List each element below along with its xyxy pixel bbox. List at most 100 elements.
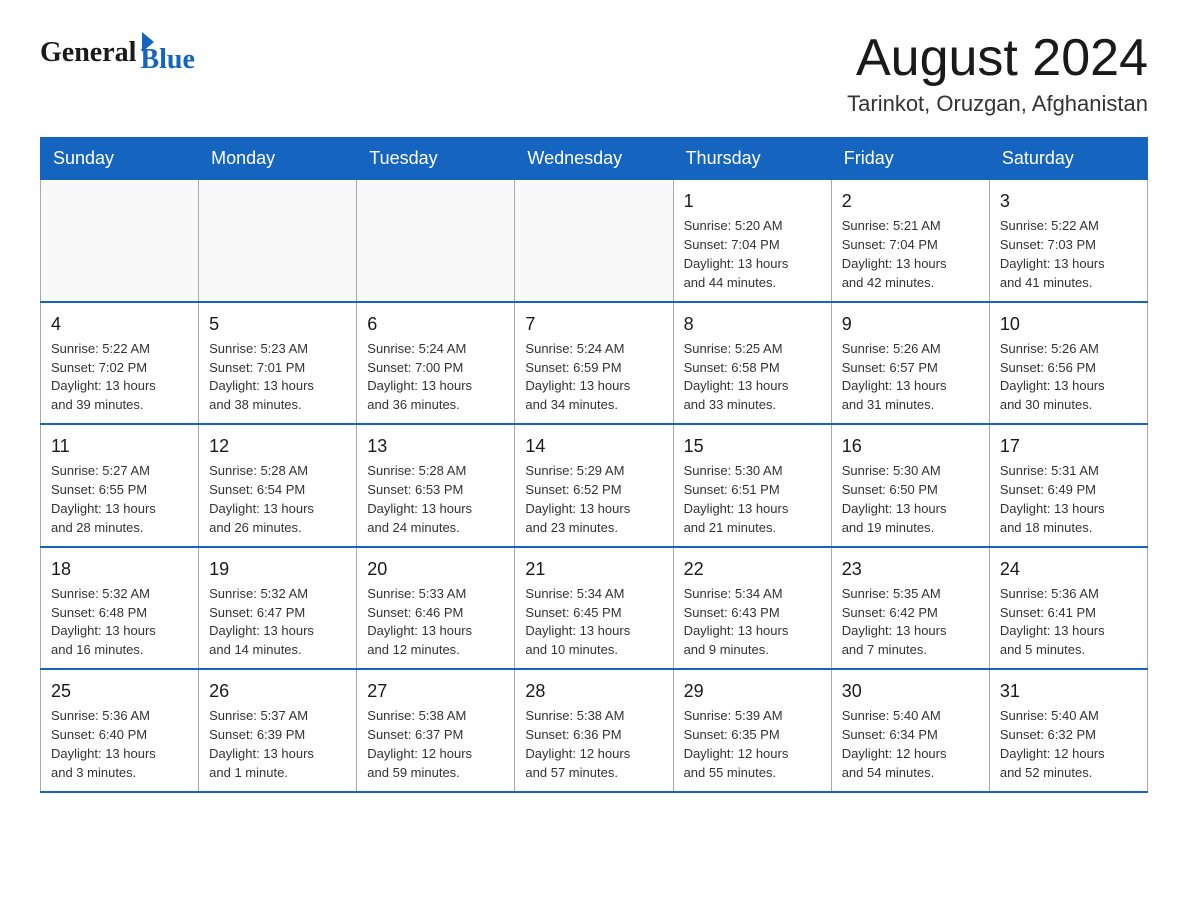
- day-number: 30: [842, 678, 979, 704]
- calendar-cell: 26 Sunrise: 5:37 AM Sunset: 6:39 PM Dayli…: [199, 669, 357, 791]
- day-number: 26: [209, 678, 346, 704]
- calendar-cell: 1 Sunrise: 5:20 AM Sunset: 7:04 PM Daylig…: [673, 180, 831, 302]
- calendar-cell: 5Sunrise: 5:23 AM Sunset: 7:01 PM Daylig…: [199, 302, 357, 424]
- calendar-cell: 31 Sunrise: 5:40 AM Sunset: 6:32 PM Dayli…: [989, 669, 1147, 791]
- day-number: 25: [51, 678, 188, 704]
- calendar-cell: 16Sunrise: 5:30 AM Sunset: 6:50 PM Dayli…: [831, 424, 989, 546]
- calendar-cell: [41, 180, 199, 302]
- calendar-cell: 27 Sunrise: 5:38 AM Sunset: 6:37 PM Dayli…: [357, 669, 515, 791]
- day-info: Sunrise: 5:29 AM Sunset: 6:52 PM Dayligh…: [525, 462, 662, 537]
- day-info: Sunrise: 5:38 AM Sunset: 6:37 PM Dayligh…: [367, 707, 504, 782]
- day-number: 10: [1000, 311, 1137, 337]
- day-number: 3: [1000, 188, 1137, 214]
- calendar-table: SundayMondayTuesdayWednesdayThursdayFrid…: [40, 137, 1148, 792]
- day-info: Sunrise: 5:28 AM Sunset: 6:54 PM Dayligh…: [209, 462, 346, 537]
- calendar-cell: 3 Sunrise: 5:22 AM Sunset: 7:03 PM Daylig…: [989, 180, 1147, 302]
- day-info: Sunrise: 5:39 AM Sunset: 6:35 PM Dayligh…: [684, 707, 821, 782]
- day-info: Sunrise: 5:24 AM Sunset: 6:59 PM Dayligh…: [525, 340, 662, 415]
- day-number: 21: [525, 556, 662, 582]
- calendar-header-monday: Monday: [199, 138, 357, 180]
- calendar-header-sunday: Sunday: [41, 138, 199, 180]
- day-info: Sunrise: 5:20 AM Sunset: 7:04 PM Dayligh…: [684, 217, 821, 292]
- day-number: 23: [842, 556, 979, 582]
- day-number: 31: [1000, 678, 1137, 704]
- day-info: Sunrise: 5:31 AM Sunset: 6:49 PM Dayligh…: [1000, 462, 1137, 537]
- day-number: 17: [1000, 433, 1137, 459]
- calendar-week-row: 18 Sunrise: 5:32 AM Sunset: 6:48 PM Dayli…: [41, 547, 1148, 669]
- day-info: Sunrise: 5:32 AM Sunset: 6:48 PM Dayligh…: [51, 585, 188, 660]
- day-number: 22: [684, 556, 821, 582]
- day-info: Sunrise: 5:25 AM Sunset: 6:58 PM Dayligh…: [684, 340, 821, 415]
- day-number: 16: [842, 433, 979, 459]
- day-info: Sunrise: 5:32 AM Sunset: 6:47 PM Dayligh…: [209, 585, 346, 660]
- calendar-cell: [515, 180, 673, 302]
- calendar-cell: 19 Sunrise: 5:32 AM Sunset: 6:47 PM Dayli…: [199, 547, 357, 669]
- day-info: Sunrise: 5:22 AM Sunset: 7:03 PM Dayligh…: [1000, 217, 1137, 292]
- day-number: 27: [367, 678, 504, 704]
- day-info: Sunrise: 5:40 AM Sunset: 6:34 PM Dayligh…: [842, 707, 979, 782]
- calendar-header-friday: Friday: [831, 138, 989, 180]
- day-info: Sunrise: 5:26 AM Sunset: 6:56 PM Dayligh…: [1000, 340, 1137, 415]
- day-number: 15: [684, 433, 821, 459]
- calendar-cell: 6Sunrise: 5:24 AM Sunset: 7:00 PM Daylig…: [357, 302, 515, 424]
- day-info: Sunrise: 5:22 AM Sunset: 7:02 PM Dayligh…: [51, 340, 188, 415]
- calendar-cell: 24 Sunrise: 5:36 AM Sunset: 6:41 PM Dayli…: [989, 547, 1147, 669]
- calendar-cell: 23Sunrise: 5:35 AM Sunset: 6:42 PM Dayli…: [831, 547, 989, 669]
- calendar-cell: 28 Sunrise: 5:38 AM Sunset: 6:36 PM Dayli…: [515, 669, 673, 791]
- calendar-header-wednesday: Wednesday: [515, 138, 673, 180]
- day-info: Sunrise: 5:36 AM Sunset: 6:40 PM Dayligh…: [51, 707, 188, 782]
- calendar-header-tuesday: Tuesday: [357, 138, 515, 180]
- calendar-cell: 11Sunrise: 5:27 AM Sunset: 6:55 PM Dayli…: [41, 424, 199, 546]
- title-section: August 2024 Tarinkot, Oruzgan, Afghanist…: [847, 30, 1148, 117]
- calendar-week-row: 25 Sunrise: 5:36 AM Sunset: 6:40 PM Dayli…: [41, 669, 1148, 791]
- calendar-cell: 18 Sunrise: 5:32 AM Sunset: 6:48 PM Dayli…: [41, 547, 199, 669]
- day-number: 11: [51, 433, 188, 459]
- calendar-cell: 29Sunrise: 5:39 AM Sunset: 6:35 PM Dayli…: [673, 669, 831, 791]
- calendar-cell: 13 Sunrise: 5:28 AM Sunset: 6:53 PM Dayli…: [357, 424, 515, 546]
- day-info: Sunrise: 5:30 AM Sunset: 6:51 PM Dayligh…: [684, 462, 821, 537]
- page-header: General Blue August 2024 Tarinkot, Oruzg…: [40, 30, 1148, 117]
- day-info: Sunrise: 5:38 AM Sunset: 6:36 PM Dayligh…: [525, 707, 662, 782]
- calendar-cell: [199, 180, 357, 302]
- calendar-cell: 25 Sunrise: 5:36 AM Sunset: 6:40 PM Dayli…: [41, 669, 199, 791]
- calendar-cell: 30 Sunrise: 5:40 AM Sunset: 6:34 PM Dayli…: [831, 669, 989, 791]
- day-info: Sunrise: 5:40 AM Sunset: 6:32 PM Dayligh…: [1000, 707, 1137, 782]
- calendar-week-row: 1 Sunrise: 5:20 AM Sunset: 7:04 PM Daylig…: [41, 180, 1148, 302]
- day-info: Sunrise: 5:34 AM Sunset: 6:43 PM Dayligh…: [684, 585, 821, 660]
- day-number: 8: [684, 311, 821, 337]
- day-number: 13: [367, 433, 504, 459]
- day-info: Sunrise: 5:28 AM Sunset: 6:53 PM Dayligh…: [367, 462, 504, 537]
- day-number: 19: [209, 556, 346, 582]
- day-number: 2: [842, 188, 979, 214]
- day-number: 20: [367, 556, 504, 582]
- day-number: 5: [209, 311, 346, 337]
- calendar-cell: 8 Sunrise: 5:25 AM Sunset: 6:58 PM Daylig…: [673, 302, 831, 424]
- calendar-cell: 20Sunrise: 5:33 AM Sunset: 6:46 PM Dayli…: [357, 547, 515, 669]
- calendar-cell: 2 Sunrise: 5:21 AM Sunset: 7:04 PM Daylig…: [831, 180, 989, 302]
- calendar-week-row: 4Sunrise: 5:22 AM Sunset: 7:02 PM Daylig…: [41, 302, 1148, 424]
- day-info: Sunrise: 5:26 AM Sunset: 6:57 PM Dayligh…: [842, 340, 979, 415]
- day-info: Sunrise: 5:21 AM Sunset: 7:04 PM Dayligh…: [842, 217, 979, 292]
- calendar-cell: 14Sunrise: 5:29 AM Sunset: 6:52 PM Dayli…: [515, 424, 673, 546]
- calendar-week-row: 11Sunrise: 5:27 AM Sunset: 6:55 PM Dayli…: [41, 424, 1148, 546]
- calendar-cell: 7Sunrise: 5:24 AM Sunset: 6:59 PM Daylig…: [515, 302, 673, 424]
- calendar-cell: 15 Sunrise: 5:30 AM Sunset: 6:51 PM Dayli…: [673, 424, 831, 546]
- day-number: 18: [51, 556, 188, 582]
- day-number: 24: [1000, 556, 1137, 582]
- day-number: 1: [684, 188, 821, 214]
- calendar-cell: 4Sunrise: 5:22 AM Sunset: 7:02 PM Daylig…: [41, 302, 199, 424]
- day-number: 28: [525, 678, 662, 704]
- calendar-header-saturday: Saturday: [989, 138, 1147, 180]
- calendar-cell: 9Sunrise: 5:26 AM Sunset: 6:57 PM Daylig…: [831, 302, 989, 424]
- calendar-cell: 10 Sunrise: 5:26 AM Sunset: 6:56 PM Dayli…: [989, 302, 1147, 424]
- month-title: August 2024: [847, 30, 1148, 87]
- day-info: Sunrise: 5:37 AM Sunset: 6:39 PM Dayligh…: [209, 707, 346, 782]
- location: Tarinkot, Oruzgan, Afghanistan: [847, 91, 1148, 117]
- logo-text-blue: Blue: [140, 44, 194, 76]
- logo: General Blue: [40, 30, 195, 76]
- calendar-header-row: SundayMondayTuesdayWednesdayThursdayFrid…: [41, 138, 1148, 180]
- day-info: Sunrise: 5:36 AM Sunset: 6:41 PM Dayligh…: [1000, 585, 1137, 660]
- calendar-cell: 21Sunrise: 5:34 AM Sunset: 6:45 PM Dayli…: [515, 547, 673, 669]
- calendar-cell: 22 Sunrise: 5:34 AM Sunset: 6:43 PM Dayli…: [673, 547, 831, 669]
- day-number: 6: [367, 311, 504, 337]
